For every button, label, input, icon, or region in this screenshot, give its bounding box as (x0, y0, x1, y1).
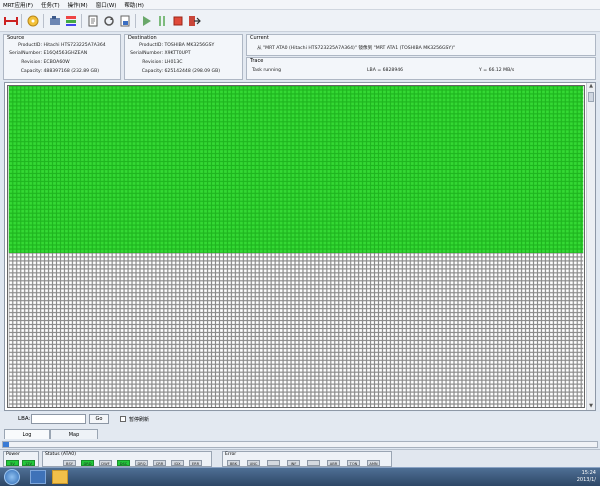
indicator-unc: UNC (247, 460, 260, 466)
destination-title: Destination (128, 35, 157, 41)
current-task-text: 从 "MRT ATA0 (Hitachi HTS723225A7A364)" 镜… (257, 46, 456, 51)
indicator-abr: ABR (327, 460, 340, 466)
settings-icon[interactable] (47, 13, 63, 29)
power-title: Power (6, 452, 20, 457)
current-title: Current (250, 35, 269, 41)
pause-icon[interactable] (154, 13, 170, 29)
revision-label: Revision: (21, 60, 42, 65)
trace-group: Trace Task running LBA = 6828946 Y = 66.… (246, 57, 596, 80)
lba-input[interactable] (31, 414, 86, 424)
layers-icon[interactable] (63, 13, 79, 29)
status-group: Status (ATA0) BSY DRD DWF DSC DRQ CRR IDX ERR (42, 451, 212, 467)
indicator-bbk: BBK (227, 460, 240, 466)
copied-sectors (8, 86, 584, 253)
scroll-up-icon[interactable]: ▲ (588, 83, 594, 90)
menu-item-2[interactable]: 操作(M) (68, 1, 88, 9)
lba-control-row: LBA: Go 暂停刷新 (0, 412, 600, 428)
menu-item-3[interactable]: 窗口(W) (96, 1, 117, 9)
revision-label: Revision: (142, 60, 163, 65)
clock-time: 15:24 (581, 470, 596, 476)
indicator-idx: IDX (171, 460, 184, 466)
indicator-crr: CRR (153, 460, 166, 466)
source-serial: E16Q4563GHZEAN (43, 51, 88, 56)
task-list-icon[interactable] (117, 13, 133, 29)
ie-icon[interactable] (30, 470, 46, 484)
play-icon[interactable] (138, 13, 154, 29)
status-bar: Power 5V 12V Status (ATA0) BSY DRD DWF DSC DR… (0, 449, 600, 467)
pause-refresh-checkbox[interactable] (120, 416, 126, 422)
error-group: Error BBK UNC INF ABR TON AMN (222, 451, 392, 467)
folder-icon[interactable] (52, 470, 68, 484)
clock-date: 2013/1/ (576, 477, 596, 483)
source-revision: ECBOA60W (43, 60, 70, 65)
system-clock: 15:24 2013/1/ (577, 470, 596, 484)
destination-serial: X9KTT0UPT (164, 51, 191, 56)
start-button[interactable] (4, 469, 20, 485)
tab-bar: Log Map (0, 428, 600, 440)
serial-label: SerialNumber: (9, 51, 42, 56)
menu-item-4[interactable]: 帮助(H) (124, 1, 143, 9)
destination-group: Destination ProductID: TOSHIBA MK3256GSY… (124, 34, 243, 80)
destination-revision: LH013C (164, 60, 183, 65)
scroll-down-icon[interactable]: ▼ (588, 403, 594, 410)
power-group: Power 5V 12V (3, 451, 39, 467)
exit-icon[interactable] (186, 13, 202, 29)
tab-map[interactable]: Map (50, 429, 98, 439)
destination-product-id: TOSHIBA MK3256GSY (164, 43, 215, 48)
indicator-drd: DRD (81, 460, 94, 466)
disk-icon[interactable] (25, 13, 41, 29)
toolbar (0, 10, 600, 32)
connect-icon[interactable] (3, 13, 19, 29)
map-scrollbar[interactable]: ▲ ▼ (586, 83, 595, 410)
indicator-blank-2 (267, 460, 280, 466)
trace-lba: LBA = 6828946 (367, 68, 404, 73)
progress-bar (2, 441, 598, 448)
indicator-ton: TON (347, 460, 360, 466)
product-id-label: ProductID: (139, 43, 163, 48)
indicator-12v: 12V (22, 460, 35, 466)
menu-item-1[interactable]: 任务(T) (41, 1, 60, 9)
pause-refresh-label: 暂停刷新 (129, 417, 150, 423)
windows-taskbar: 15:24 2013/1/ (0, 467, 600, 486)
stop-icon[interactable] (170, 13, 186, 29)
document-icon[interactable] (85, 13, 101, 29)
source-capacity: 488397168 (232.89 GB) (43, 69, 100, 74)
status-title: Status (ATA0) (45, 452, 76, 457)
indicator-dwf: DWF (99, 460, 112, 466)
info-panel: Source ProductID: Hitachi HTS723225A7A36… (0, 33, 600, 81)
progress-fill (3, 442, 9, 447)
sector-map-grid (7, 85, 585, 408)
error-title: Error (225, 452, 237, 457)
menu-bar: MRT应用(F) 任务(T) 操作(M) 窗口(W) 帮助(H) (0, 0, 600, 10)
indicator-err: ERR (189, 460, 202, 466)
lba-label: LBA: (18, 416, 31, 422)
trace-speed: Y = 66.12 MB/s (479, 68, 515, 73)
capacity-label: Capacity: (20, 69, 42, 74)
indicator-blank-4 (307, 460, 320, 466)
go-button[interactable]: Go (89, 414, 109, 424)
capacity-label: Capacity: (141, 69, 163, 74)
trace-status: Task running (252, 68, 282, 73)
indicator-drq: DRQ (135, 460, 148, 466)
product-id-label: ProductID: (18, 43, 42, 48)
indicator-5v: 5V (6, 460, 19, 466)
indicator-bsy: BSY (63, 460, 76, 466)
indicator-inf: INF (287, 460, 300, 466)
menu-item-0[interactable]: MRT应用(F) (3, 1, 33, 9)
scroll-thumb[interactable] (588, 92, 594, 102)
serial-label: SerialNumber: (130, 51, 163, 56)
source-title: Source (7, 35, 25, 41)
refresh-icon[interactable] (101, 13, 117, 29)
current-group: Current 从 "MRT ATA0 (Hitachi HTS723225A7… (246, 34, 596, 56)
indicator-amn: AMN (367, 460, 380, 466)
trace-title: Trace (250, 58, 264, 64)
destination-capacity: 625142448 (298.09 GB) (164, 69, 221, 74)
source-product-id: Hitachi HTS723225A7A364 (43, 43, 106, 48)
indicator-dsc: DSC (117, 460, 130, 466)
tab-log[interactable]: Log (4, 429, 50, 439)
sector-map-panel: ▲ ▼ (4, 82, 596, 411)
source-group: Source ProductID: Hitachi HTS723225A7A36… (3, 34, 121, 80)
